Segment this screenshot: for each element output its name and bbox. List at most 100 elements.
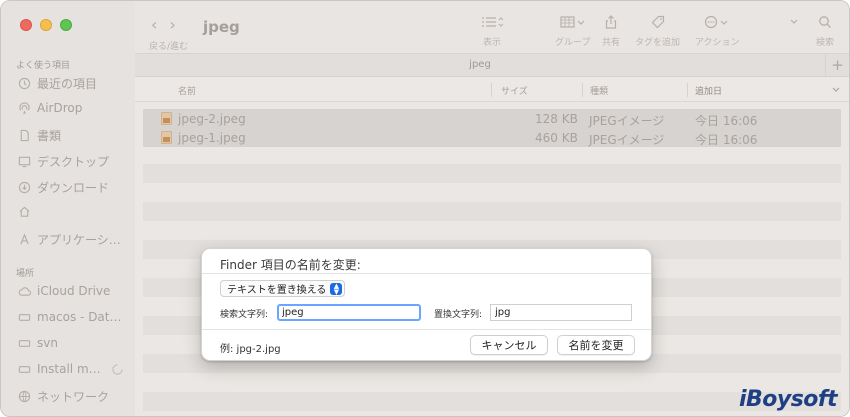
column-kind[interactable]: 種類 <box>590 84 608 97</box>
sidebar-item-label: macos - Dat… <box>37 310 122 324</box>
sidebar-item-label: svn <box>37 336 58 350</box>
replace-input[interactable] <box>490 304 632 321</box>
toolbar: ‹ › 戻る/進む jpeg 表示 グループ 共有 タグを追加 アクション 検索 <box>135 1 849 53</box>
search-button[interactable]: 検索 <box>816 15 834 48</box>
download-icon <box>18 181 31 194</box>
sidebar-item-airdrop[interactable]: AirDrop <box>18 101 82 115</box>
chevron-down-icon <box>790 19 798 24</box>
new-tab-button[interactable]: + <box>825 54 849 76</box>
eject-icon[interactable] <box>111 363 124 376</box>
search-label: 検索 <box>816 38 835 48</box>
file-name: jpeg-1.jpeg <box>178 131 246 145</box>
sort-chevron-icon[interactable] <box>831 84 841 97</box>
sidebar-item-downloads[interactable]: ダウンロード <box>18 179 109 196</box>
nav-label: 戻る/進む <box>149 42 189 52</box>
rename-button[interactable]: 名前を変更 <box>557 335 635 355</box>
finder-window: よく使う項目 最近の項目 AirDrop 書類 デスクトップ ダウンロード アプ… <box>0 0 850 417</box>
sidebar-item-svn[interactable]: svn <box>18 336 58 350</box>
group-label: グループ <box>555 38 591 48</box>
sidebar: よく使う項目 最近の項目 AirDrop 書類 デスクトップ ダウンロード アプ… <box>1 1 135 416</box>
sidebar-item-label: Install m… <box>37 362 101 376</box>
close-button[interactable] <box>20 19 32 31</box>
sidebar-item-desktop[interactable]: デスクトップ <box>18 153 109 170</box>
file-size: 460 KB <box>535 131 578 145</box>
disk-icon <box>18 337 31 350</box>
sidebar-item-label: iCloud Drive <box>37 284 111 298</box>
view-label: 表示 <box>482 38 501 48</box>
jpeg-file-icon <box>161 131 172 144</box>
file-size: 128 KB <box>535 112 578 126</box>
rename-example: 例: jpg-2.jpg <box>220 344 281 355</box>
sidebar-item-recents[interactable]: 最近の項目 <box>18 75 97 92</box>
action-icon <box>705 15 728 29</box>
disk-icon <box>18 311 31 324</box>
stepper-chevron-icon: ▲ ▼ <box>330 283 343 296</box>
list-view-icon <box>482 17 503 27</box>
nav-buttons: ‹ › <box>151 15 176 34</box>
search-icon <box>819 16 831 28</box>
sidebar-item-network[interactable]: ネットワーク <box>18 388 109 405</box>
minimize-button[interactable] <box>40 19 52 31</box>
forward-icon[interactable]: › <box>169 15 175 34</box>
rename-mode-value: テキストを置き換える <box>227 285 327 296</box>
find-label: 検索文字列: <box>220 310 269 320</box>
divider <box>202 273 651 274</box>
rename-mode-select[interactable]: テキストを置き換える ▲ ▼ <box>220 280 346 297</box>
action-button[interactable]: アクション <box>695 15 740 48</box>
back-icon[interactable]: ‹ <box>151 15 157 34</box>
sidebar-item-documents[interactable]: 書類 <box>18 127 61 144</box>
sidebar-item-label: 最近の項目 <box>37 77 98 91</box>
file-name: jpeg-2.jpeg <box>178 112 246 126</box>
sidebar-item-label: 書類 <box>37 129 62 143</box>
empty-row <box>143 164 841 183</box>
tab-jpeg[interactable]: jpeg <box>135 59 825 70</box>
replace-label: 置換文字列: <box>434 310 483 320</box>
sidebar-item-label: ネットワーク <box>37 390 110 404</box>
watermark-logo: iBoysoft <box>738 387 838 412</box>
empty-row <box>143 392 841 411</box>
applications-icon <box>18 233 31 246</box>
home-icon <box>18 205 31 218</box>
window-controls <box>20 19 72 31</box>
disk-icon <box>18 363 31 376</box>
airdrop-icon <box>18 101 31 115</box>
column-name[interactable]: 名前 <box>178 84 196 97</box>
tag-icon <box>651 15 664 29</box>
file-kind: JPEGイメージ <box>589 114 665 128</box>
network-icon <box>18 390 31 403</box>
group-button[interactable]: グループ <box>555 15 590 48</box>
sidebar-item-label: AirDrop <box>37 101 83 115</box>
column-header: 名前 サイズ 種類 追加日 <box>135 78 849 102</box>
desktop-icon <box>18 155 31 168</box>
cancel-button[interactable]: キャンセル <box>470 335 548 355</box>
view-button[interactable]: 表示 <box>481 15 503 48</box>
toolbar-overflow-button[interactable] <box>789 15 799 29</box>
plus-icon: + <box>831 56 844 74</box>
tag-button[interactable]: タグを追加 <box>635 15 680 48</box>
action-label: アクション <box>695 38 740 48</box>
sidebar-item-home[interactable] <box>18 205 37 218</box>
sidebar-section-favorites: よく使う項目 <box>16 61 71 71</box>
sidebar-item-install-macos[interactable]: Install m… <box>18 362 124 376</box>
sidebar-item-icloud-drive[interactable]: iCloud Drive <box>18 284 110 298</box>
column-size[interactable]: サイズ <box>501 84 528 97</box>
table-row[interactable]: jpeg-1.jpeg 460 KB JPEGイメージ 今日 16:06 <box>143 128 841 147</box>
share-button[interactable]: 共有 <box>602 15 620 48</box>
find-input[interactable] <box>277 304 421 321</box>
clock-icon <box>18 77 31 90</box>
sidebar-item-label: デスクトップ <box>37 155 110 169</box>
column-divider[interactable] <box>491 83 492 97</box>
divider <box>202 329 651 330</box>
zoom-button[interactable] <box>60 19 72 31</box>
jpeg-file-icon <box>161 112 172 125</box>
share-icon <box>605 15 617 29</box>
table-row[interactable]: jpeg-2.jpeg 128 KB JPEGイメージ 今日 16:06 <box>143 109 841 128</box>
column-divider[interactable] <box>582 83 583 97</box>
column-date-added[interactable]: 追加日 <box>695 84 722 97</box>
column-divider[interactable] <box>687 83 688 97</box>
share-label: 共有 <box>602 38 621 48</box>
sidebar-item-label: ダウンロード <box>37 181 110 195</box>
file-date: 今日 16:06 <box>695 114 758 128</box>
sidebar-item-macos-data[interactable]: macos - Dat… <box>18 310 122 324</box>
sidebar-item-applications[interactable]: アプリケーシ… <box>18 231 121 248</box>
